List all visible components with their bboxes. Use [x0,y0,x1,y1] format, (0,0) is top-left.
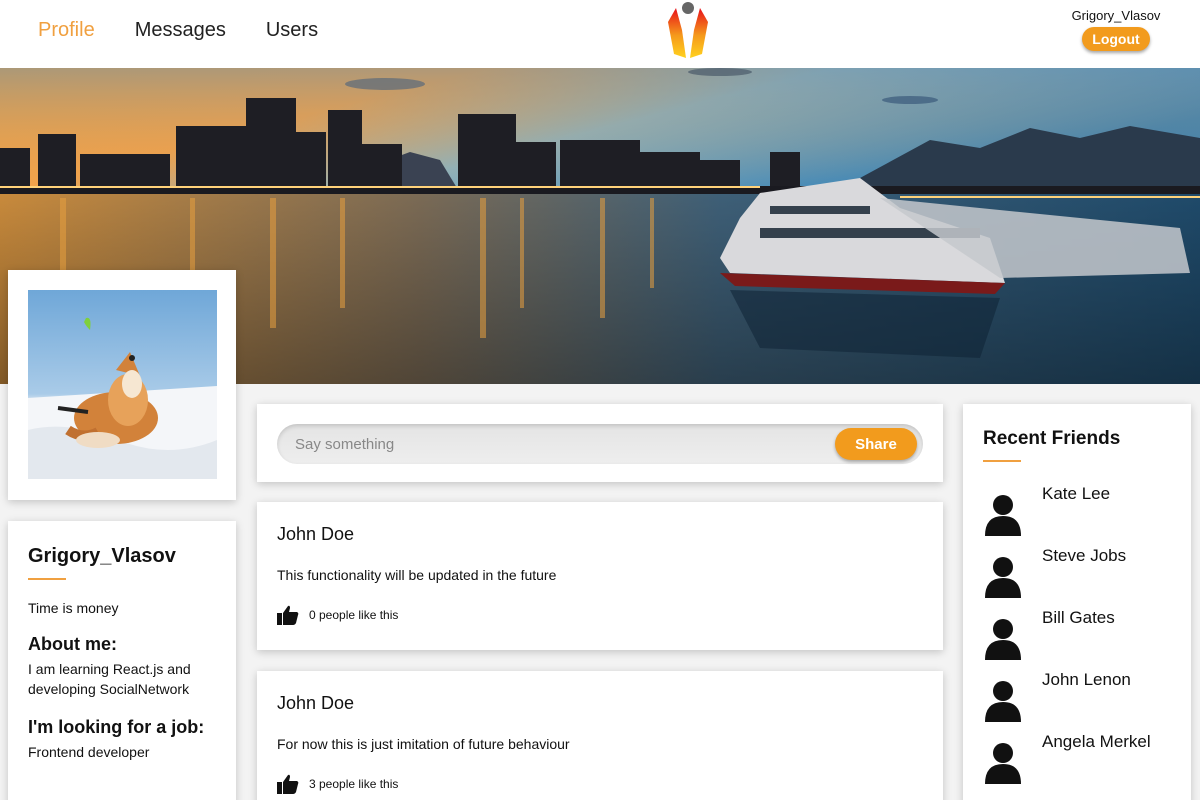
friend-name[interactable]: Bill Gates [1042,608,1115,628]
post-author[interactable]: John Doe [277,524,923,545]
friend-item[interactable]: Bill Gates [983,608,1173,660]
avatar-card [8,270,236,500]
user-silhouette-icon [985,619,1021,660]
likes-count: 0 people like this [309,608,399,622]
post-text: This functionality will be updated in th… [277,567,557,583]
nav-messages[interactable]: Messages [135,19,226,42]
thumbs-up-icon[interactable] [277,774,299,794]
app-logo[interactable] [664,0,712,62]
friend-item[interactable]: John Lenon [983,670,1173,722]
post-author[interactable]: John Doe [277,693,923,714]
user-box: Grigory_Vlasov Logout [1068,8,1164,51]
top-header: Profile Messages Users Grigory_Vlasov Lo… [0,0,1200,68]
friend-item[interactable]: Kate Lee [983,484,1173,536]
friends-title: Recent Friends [983,428,1121,449]
about-heading: About me: [28,634,117,654]
title-underline [983,460,1021,462]
post-text: For now this is just imitation of future… [277,736,570,752]
friend-name[interactable]: John Lenon [1042,670,1131,690]
post-likes: 0 people like this [277,605,923,625]
profile-name: Grigory_Vlasov [28,545,176,567]
profile-status[interactable]: Time is money [28,600,216,616]
friend-name[interactable]: Steve Jobs [1042,546,1126,566]
user-silhouette-icon [985,495,1021,536]
post-card: John Doe This functionality will be upda… [257,502,943,650]
job-heading: I'm looking for a job: [28,717,205,737]
user-silhouette-icon [985,743,1021,784]
likes-count: 3 people like this [309,777,399,791]
title-underline [28,578,66,580]
about-text: I am learning React.js and developing So… [28,661,191,697]
job-text: Frontend developer [28,744,150,760]
logout-button[interactable]: Logout [1082,27,1150,51]
post-card: John Doe For now this is just imitation … [257,671,943,800]
new-post-form: Share [257,404,943,482]
post-input-wrapper: Share [277,424,923,464]
nav-users[interactable]: Users [266,19,318,42]
nav-profile[interactable]: Profile [38,19,95,42]
friend-name[interactable]: Kate Lee [1042,484,1110,504]
profile-info-card: Grigory_Vlasov Time is money About me: I… [8,521,236,800]
post-input[interactable] [295,424,835,464]
main-nav: Profile Messages Users [38,19,318,42]
user-silhouette-icon [985,681,1021,722]
friend-item[interactable]: Angela Merkel [983,732,1173,784]
profile-avatar[interactable] [28,290,217,479]
friend-name[interactable]: Angela Merkel [1042,732,1151,752]
recent-friends-card: Recent Friends Kate Lee Steve Jobs Bill … [963,404,1191,800]
user-silhouette-icon [985,557,1021,598]
share-button[interactable]: Share [835,428,917,460]
thumbs-up-icon[interactable] [277,605,299,625]
post-likes: 3 people like this [277,774,923,794]
friend-item[interactable]: Steve Jobs [983,546,1173,598]
header-username: Grigory_Vlasov [1071,8,1161,23]
